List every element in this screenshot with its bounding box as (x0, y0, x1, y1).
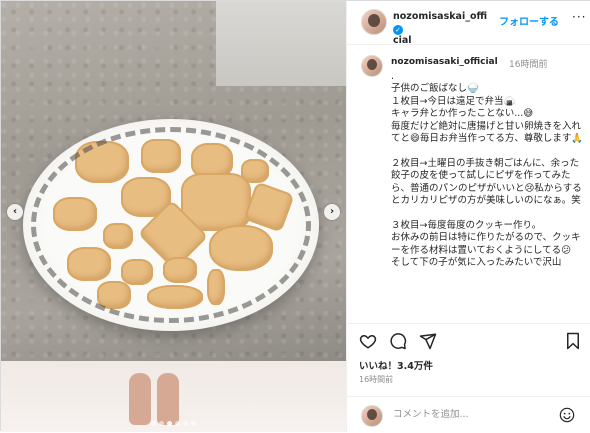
cookie (241, 159, 269, 183)
cookie (207, 269, 225, 305)
post-time: 16時間前 (359, 375, 394, 384)
more-options-icon[interactable]: ··· (572, 10, 586, 24)
cookie (121, 177, 171, 217)
caption-time: 16時間前 (509, 60, 548, 70)
cookie (75, 141, 129, 183)
avatar (361, 405, 383, 427)
avatar[interactable] (361, 9, 387, 35)
carousel-dots (151, 421, 196, 426)
cookie (191, 143, 233, 179)
avatar[interactable] (361, 55, 383, 77)
foot (157, 373, 179, 425)
carousel-dot (183, 421, 188, 426)
emoji-icon[interactable] (559, 407, 575, 423)
prev-photo-button[interactable]: ‹ (7, 204, 23, 220)
comment-row (347, 396, 590, 433)
verified-badge-icon: ✓ (393, 25, 403, 35)
carousel-dot (159, 421, 164, 426)
carousel-dot (191, 421, 196, 426)
heart-icon[interactable] (359, 332, 377, 350)
cookie (97, 281, 131, 309)
like-count[interactable]: いいね！3.4万件 (359, 358, 433, 372)
cookie (121, 259, 153, 285)
cookie (147, 285, 203, 309)
comment-icon[interactable] (389, 332, 407, 350)
share-icon[interactable] (419, 332, 437, 350)
cookie-plate (23, 119, 319, 331)
instagram-post-modal: ‹ › nozomisaskai_offi ✓ cial フォローする ··· … (0, 0, 590, 432)
post-photo[interactable]: ‹ › (1, 1, 346, 432)
carousel-dot (167, 421, 172, 426)
post-header: nozomisaskai_offi ✓ cial フォローする ··· (347, 1, 590, 47)
cookie (53, 197, 97, 231)
cookie (103, 223, 133, 249)
cookie (243, 181, 295, 233)
cookie (137, 199, 209, 271)
follow-button[interactable]: フォローする (499, 13, 559, 28)
caption-section: nozomisasaki_official 16時間前 . 子供のご飯ばなし🍚 … (347, 45, 590, 323)
comment-input[interactable] (393, 409, 533, 420)
caption-username[interactable]: nozomisasaki_official (391, 57, 498, 67)
cookie (163, 257, 197, 283)
carousel-dot (151, 421, 156, 426)
foot (129, 373, 151, 425)
username-line1: nozomisaskai_offi (393, 11, 488, 22)
wall-background (216, 1, 346, 86)
bookmark-icon[interactable] (564, 332, 582, 350)
cookie (181, 173, 251, 231)
cookie (141, 139, 181, 173)
caption-text: . 子供のご飯ばなし🍚 １枚目→今日は遠足で弁当🍙 キャラ弁とか作ったことない.… (391, 71, 584, 269)
cookie (67, 247, 111, 281)
carousel-dot (175, 421, 180, 426)
post-username[interactable]: nozomisaskai_offi ✓ cial (393, 11, 493, 47)
cookie (209, 225, 273, 271)
post-side-panel: nozomisaskai_offi ✓ cial フォローする ··· nozo… (346, 1, 590, 432)
actions-section: いいね！3.4万件 16時間前 (347, 323, 590, 427)
next-photo-button[interactable]: › (324, 204, 340, 220)
